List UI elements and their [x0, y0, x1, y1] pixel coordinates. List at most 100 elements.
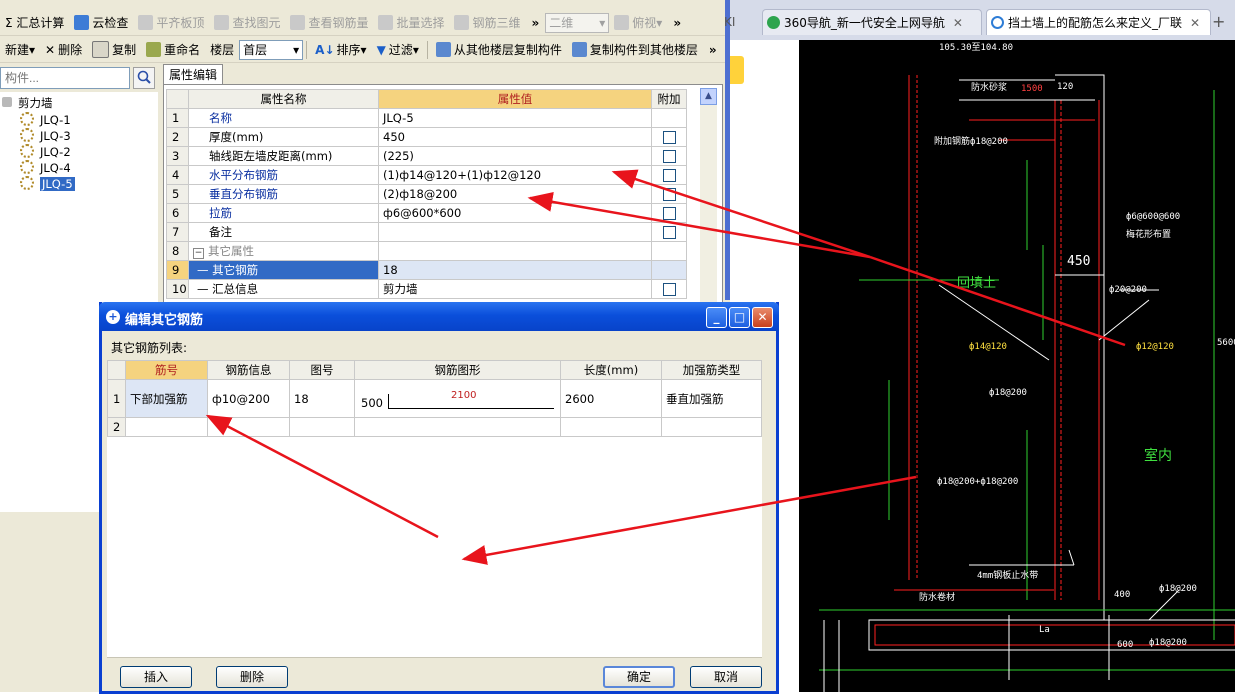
rebar-length-cell[interactable]: 2600 — [560, 379, 662, 418]
rebar-shape-cell[interactable] — [354, 417, 561, 437]
view-mode-select[interactable]: 二维 ▾ — [545, 12, 610, 33]
row-number: 5 — [166, 184, 189, 204]
tb-view-rebar-button[interactable]: 查看钢筋量 — [285, 12, 373, 34]
property-row[interactable]: 5 垂直分布钢筋 (2)ф18@200 — [166, 184, 687, 204]
new-tab-button[interactable]: + — [1212, 9, 1232, 35]
property-value[interactable]: 剪力墙 — [378, 279, 652, 299]
360-logo-icon — [767, 16, 780, 29]
extra-checkbox[interactable] — [662, 169, 676, 182]
tb-batch-select-button[interactable]: 批量选择 — [373, 12, 449, 34]
delete-button[interactable]: ✕ 删除 — [40, 39, 87, 61]
collapse-icon[interactable]: − — [193, 248, 204, 259]
tree-item[interactable]: JLQ-2 — [20, 144, 71, 160]
extra-checkbox[interactable] — [662, 131, 676, 144]
maximize-icon[interactable]: □ — [729, 307, 750, 328]
property-value[interactable]: 18 — [378, 260, 652, 280]
copy-button[interactable]: 复制 — [87, 39, 141, 61]
property-row[interactable]: 3 轴线距左墙皮距离(mm) (225) — [166, 146, 687, 166]
rebar-figure-cell[interactable]: 18 — [289, 379, 355, 418]
extra-checkbox[interactable] — [662, 188, 676, 201]
close-icon[interactable]: ✕ — [752, 307, 773, 328]
search-button[interactable] — [133, 67, 155, 89]
tree-item-selected[interactable]: JLQ-5 — [20, 176, 75, 192]
rebar-shape-cell[interactable]: 500 2100 — [354, 379, 561, 418]
property-group-row[interactable]: 8 − 其它属性 — [166, 241, 687, 261]
tree-item-label: JLQ-1 — [40, 113, 71, 127]
cancel-button[interactable]: 取消 — [690, 666, 762, 688]
tree-item[interactable]: JLQ-3 — [20, 128, 71, 144]
align-slab-icon — [138, 15, 154, 30]
toolbar-more-icon[interactable]: » — [667, 16, 687, 30]
floor-select[interactable]: 首层 ▾ — [239, 39, 304, 60]
rebar-length-cell[interactable] — [560, 417, 662, 437]
insert-button[interactable]: 插入 — [120, 666, 192, 688]
rebar-info-cell[interactable] — [207, 417, 290, 437]
toolbar-more-icon[interactable]: » — [526, 16, 546, 30]
delete-row-button[interactable]: 删除 — [216, 666, 288, 688]
rebar-type-cell[interactable] — [661, 417, 762, 437]
copy-to-floor-button[interactable]: 复制构件到其他楼层 — [567, 39, 703, 61]
toolbar-more-icon[interactable]: » — [703, 43, 723, 57]
rebar-name-cell[interactable]: 下部加强筋 — [125, 379, 208, 418]
dialog-titlebar[interactable]: + 编辑其它钢筋 _ □ ✕ — [99, 302, 779, 331]
property-value[interactable]: (1)ф14@120+(1)ф12@120 — [378, 165, 652, 185]
favorite-star-icon[interactable] — [730, 56, 744, 84]
minimize-icon[interactable]: _ — [706, 307, 727, 328]
ok-button[interactable]: 确定 — [603, 666, 675, 688]
rebar-row[interactable]: 1 下部加强筋 ф10@200 18 500 2100 2600 垂直加强筋 — [107, 379, 762, 418]
tree-root[interactable]: 剪力墙 — [2, 95, 53, 111]
tb-cloud-check-button[interactable]: 云检查 — [69, 12, 133, 34]
cad-label: ф18@200+ф18@200 — [937, 477, 1019, 487]
property-value[interactable]: (2)ф18@200 — [378, 184, 652, 204]
rename-button[interactable]: 重命名 — [141, 39, 205, 61]
rebar-name-cell[interactable] — [125, 417, 208, 437]
property-row[interactable]: 10 — 汇总信息 剪力墙 — [166, 279, 687, 299]
property-row[interactable]: 4 水平分布钢筋 (1)ф14@120+(1)ф12@120 — [166, 165, 687, 185]
property-scrollbar[interactable]: ▲ — [700, 88, 717, 310]
tb-align-slab-button[interactable]: 平齐板顶 — [133, 12, 209, 34]
sort-button[interactable]: A↓ 排序 ▾ — [310, 39, 371, 61]
extra-checkbox[interactable] — [662, 150, 676, 163]
browser-tab-360[interactable]: 360导航_新一代安全上网导航 ✕ — [762, 9, 982, 35]
tb-find-element-button[interactable]: 查找图元 — [209, 12, 285, 34]
property-row-selected[interactable]: 9 — 其它钢筋 18 — [166, 260, 687, 280]
property-row[interactable]: 1 名称 JLQ-5 — [166, 108, 687, 128]
view-dir-button[interactable]: 俯视 ▾ — [609, 12, 667, 34]
rebar-type-cell[interactable]: 垂直加强筋 — [661, 379, 762, 418]
filter-button[interactable]: ▼ 过滤 ▾ — [372, 39, 424, 61]
extra-checkbox[interactable] — [662, 226, 676, 239]
tree-item[interactable]: JLQ-1 — [20, 112, 71, 128]
new-button[interactable]: 新建 ▾ — [0, 39, 40, 61]
property-value[interactable]: ф6@600*600 — [378, 203, 652, 223]
property-value[interactable]: JLQ-5 — [378, 108, 652, 128]
component-search-input[interactable] — [0, 67, 130, 89]
property-name: 轴线距左墙皮距离(mm) — [188, 146, 379, 166]
browser-tab-partial[interactable]: KI — [724, 9, 764, 35]
rebar-row[interactable]: 2 — [107, 417, 762, 437]
extra-checkbox[interactable] — [662, 207, 676, 220]
tab-property-edit[interactable]: 属性编辑 — [163, 64, 223, 85]
scroll-up-icon[interactable]: ▲ — [700, 88, 717, 105]
copy-from-floor-button[interactable]: 从其他楼层复制构件 — [431, 39, 567, 61]
tree-item[interactable]: JLQ-4 — [20, 160, 71, 176]
property-value[interactable] — [378, 222, 652, 242]
cad-label: 回填土 — [957, 276, 997, 291]
property-row[interactable]: 6 拉筋 ф6@600*600 — [166, 203, 687, 223]
rebar-info-cell[interactable]: ф10@200 — [207, 379, 290, 418]
close-icon[interactable]: ✕ — [1190, 16, 1200, 30]
extra-checkbox[interactable] — [662, 283, 676, 296]
property-row[interactable]: 2 厚度(mm) 450 — [166, 127, 687, 147]
property-name: 备注 — [188, 222, 379, 242]
rebar-figure-cell[interactable] — [289, 417, 355, 437]
property-value — [378, 241, 652, 261]
tb-calc-label: Σ 汇总计算 — [5, 16, 65, 30]
tb-calc-button[interactable]: Σ 汇总计算 — [0, 12, 69, 34]
tb-rebar-3d-button[interactable]: 钢筋三维 — [449, 12, 525, 34]
property-value[interactable]: 450 — [378, 127, 652, 147]
header-reinforce-type: 加强筋类型 — [661, 360, 762, 380]
browser-tab-active[interactable]: 挡土墙上的配筋怎么来定义_厂联 ✕ — [986, 9, 1211, 35]
row-number: 6 — [166, 203, 189, 223]
property-value[interactable]: (225) — [378, 146, 652, 166]
close-icon[interactable]: ✕ — [953, 16, 963, 30]
property-row[interactable]: 7 备注 — [166, 222, 687, 242]
